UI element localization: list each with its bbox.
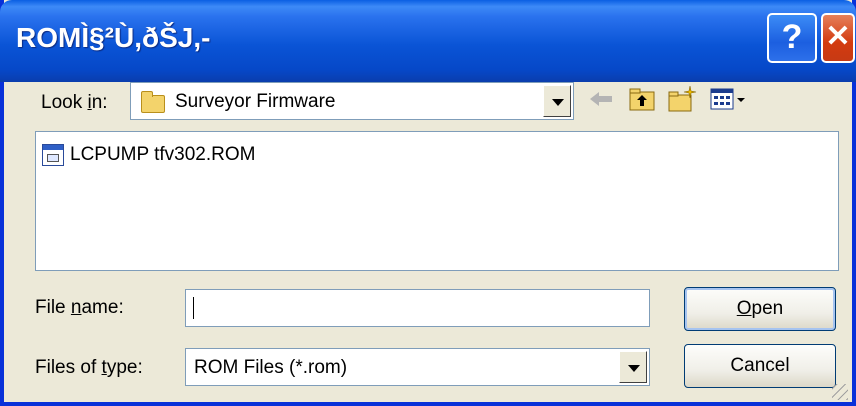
rom-file-icon — [42, 144, 64, 166]
text-caret — [193, 297, 194, 319]
file-type-dropdown-button[interactable] — [619, 351, 647, 383]
new-folder-icon[interactable] — [667, 84, 697, 114]
title-bar[interactable]: ROMÌ§²Ù,ðŠJ,- ? ✕ — [0, 0, 856, 82]
look-in-dropdown-button[interactable] — [543, 85, 571, 117]
close-icon: ✕ — [825, 20, 851, 53]
look-in-value: Surveyor Firmware — [175, 91, 336, 112]
file-list[interactable]: LCPUMP tfv302.ROM — [35, 131, 839, 271]
help-icon: ? — [781, 18, 803, 56]
open-button[interactable]: Open — [684, 287, 836, 331]
resize-grip[interactable] — [832, 384, 848, 400]
window-title: ROMÌ§²Ù,ðŠJ,- — [16, 22, 211, 53]
view-menu-icon[interactable] — [709, 84, 749, 114]
open-file-dialog: ROMÌ§²Ù,ðŠJ,- ? ✕ Look in: Surveyor Firm… — [0, 0, 856, 406]
file-item-name: LCPUMP tfv302.ROM — [70, 144, 256, 165]
close-button[interactable]: ✕ — [821, 13, 855, 63]
file-type-label: Files of type: — [35, 357, 143, 378]
up-one-level-icon[interactable] — [627, 84, 657, 114]
help-button[interactable]: ? — [767, 13, 817, 63]
file-type-value: ROM Files (*.rom) — [194, 357, 348, 378]
cancel-button[interactable]: Cancel — [684, 344, 836, 388]
look-in-dropdown[interactable]: Surveyor Firmware — [130, 82, 574, 120]
folder-icon — [141, 91, 165, 113]
look-in-label: Look in: — [41, 92, 108, 113]
back-arrow-icon[interactable] — [586, 84, 616, 114]
file-type-dropdown[interactable]: ROM Files (*.rom) — [185, 348, 650, 386]
file-name-label: File name: — [35, 297, 124, 318]
list-item[interactable]: LCPUMP tfv302.ROM — [42, 144, 255, 166]
file-name-input[interactable] — [185, 289, 650, 327]
